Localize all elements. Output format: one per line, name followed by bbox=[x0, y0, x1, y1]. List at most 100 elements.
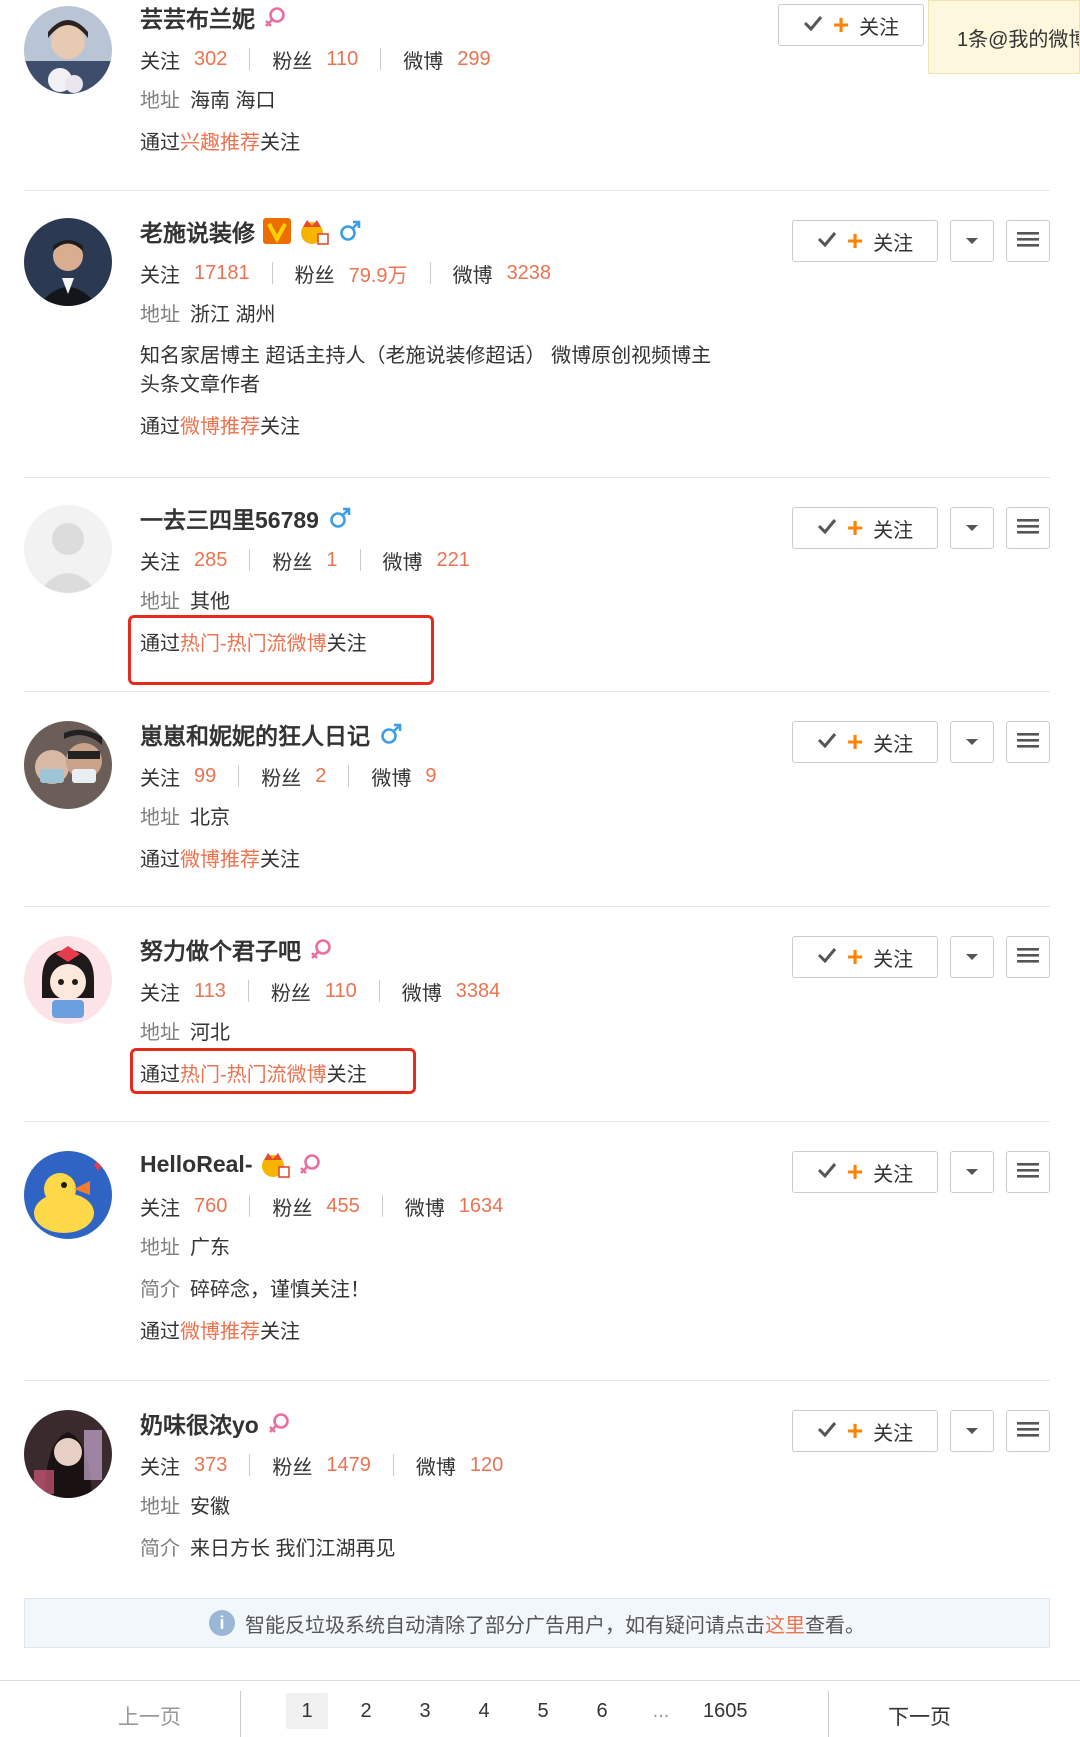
dropdown-button[interactable] bbox=[950, 936, 994, 978]
fans-count[interactable]: 110 bbox=[326, 48, 358, 71]
source-link[interactable]: 微博推荐 bbox=[180, 849, 260, 871]
dropdown-button[interactable] bbox=[950, 220, 994, 262]
fans-label: 粉丝 bbox=[270, 982, 311, 1005]
via-suffix: 关注 bbox=[260, 416, 300, 438]
page-3[interactable]: 3 bbox=[404, 1693, 446, 1729]
avatar[interactable] bbox=[24, 936, 112, 1024]
address-label: 地址 bbox=[140, 90, 180, 112]
source-row: 通过微博推荐关注 bbox=[140, 845, 790, 875]
follow-count[interactable]: 285 bbox=[194, 549, 227, 572]
user-info: 老施说装修 关注 17181 粉丝 79.9万 微博 3238 地址 浙江 湖州 知名家… bbox=[140, 214, 790, 442]
menu-button[interactable] bbox=[1006, 1151, 1050, 1193]
fans-count[interactable]: 110 bbox=[325, 980, 357, 1003]
following-button[interactable]: + 关注 bbox=[792, 1151, 938, 1193]
check-icon bbox=[817, 946, 837, 969]
user-info: HelloReal- 关注 760 粉丝 455 微博 1634 地址 广东 简介 碎碎念… bbox=[140, 1147, 790, 1347]
weibo-label: 微博 bbox=[371, 767, 412, 790]
weibo-count[interactable]: 3238 bbox=[507, 262, 552, 285]
follow-count[interactable]: 113 bbox=[194, 980, 226, 1003]
page-6[interactable]: 6 bbox=[581, 1693, 623, 1729]
following-button[interactable]: + 关注 bbox=[792, 1410, 938, 1452]
menu-button[interactable] bbox=[1006, 220, 1050, 262]
vip-crown-icon[interactable] bbox=[299, 217, 329, 245]
prev-page-button[interactable]: 上一页 bbox=[118, 1701, 181, 1731]
menu-button[interactable] bbox=[1006, 1410, 1050, 1452]
address-value: 河北 bbox=[190, 1022, 230, 1044]
follow-count[interactable]: 302 bbox=[194, 48, 227, 71]
following-button[interactable]: + 关注 bbox=[792, 507, 938, 549]
page-numbers: 1 2 3 4 5 6 ... 1605 bbox=[286, 1693, 765, 1729]
menu-button[interactable] bbox=[1006, 936, 1050, 978]
user-description: 知名家居博主 超话主持人（老施说装修超话） 微博原创视频博主 头条文章作者 bbox=[140, 342, 780, 400]
user-name[interactable]: 崽崽和妮妮的狂人日记 bbox=[140, 717, 370, 751]
fans-count[interactable]: 1 bbox=[326, 549, 337, 572]
dropdown-button[interactable] bbox=[950, 1151, 994, 1193]
weibo-count[interactable]: 221 bbox=[437, 549, 470, 572]
notice-link[interactable]: 这里 bbox=[765, 1609, 805, 1638]
fans-count[interactable]: 455 bbox=[326, 1195, 359, 1218]
notice-text: 智能反垃圾系统自动清除了部分广告用户，如有疑问请点击 bbox=[245, 1614, 765, 1637]
page-2[interactable]: 2 bbox=[345, 1693, 387, 1729]
user-name[interactable]: 努力做个君子吧 bbox=[140, 932, 301, 966]
follow-count[interactable]: 760 bbox=[194, 1195, 227, 1218]
source-row: 通过兴趣推荐关注 bbox=[140, 128, 790, 158]
weibo-count[interactable]: 1634 bbox=[459, 1195, 504, 1218]
fans-count[interactable]: 79.9万 bbox=[349, 259, 408, 288]
avatar[interactable] bbox=[24, 721, 112, 809]
user-name[interactable]: 老施说装修 bbox=[140, 214, 255, 248]
weibo-count[interactable]: 9 bbox=[425, 765, 436, 788]
weibo-count[interactable]: 120 bbox=[470, 1454, 503, 1477]
user-item: 老施说装修 关注 17181 粉丝 79.9万 微博 3238 地址 浙江 湖州 知名家… bbox=[24, 190, 1050, 478]
dropdown-button[interactable] bbox=[950, 507, 994, 549]
via-prefix: 通过 bbox=[140, 132, 180, 154]
page-last[interactable]: 1605 bbox=[703, 1693, 748, 1729]
page-4[interactable]: 4 bbox=[463, 1693, 505, 1729]
user-name[interactable]: 芸芸布兰妮 bbox=[140, 0, 255, 34]
caret-down-icon bbox=[965, 519, 979, 537]
weibo-count[interactable]: 299 bbox=[457, 48, 490, 71]
mention-tooltip-text[interactable]: 1条@我的微博 bbox=[957, 29, 1079, 51]
verified-v-icon[interactable] bbox=[263, 218, 291, 244]
address-label: 地址 bbox=[140, 807, 180, 829]
following-button[interactable]: + 关注 bbox=[792, 936, 938, 978]
dropdown-button[interactable] bbox=[950, 1410, 994, 1452]
avatar[interactable] bbox=[24, 1151, 112, 1239]
mention-tooltip[interactable]: 1条@我的微博 bbox=[928, 0, 1080, 74]
dropdown-button[interactable] bbox=[950, 721, 994, 763]
via-suffix: 关注 bbox=[260, 1321, 300, 1343]
next-page-button[interactable]: 下一页 bbox=[888, 1701, 951, 1731]
page-5[interactable]: 5 bbox=[522, 1693, 564, 1729]
fans-count[interactable]: 2 bbox=[315, 765, 326, 788]
page-1[interactable]: 1 bbox=[286, 1693, 328, 1729]
source-link[interactable]: 微博推荐 bbox=[180, 416, 260, 438]
user-stats: 关注 113 粉丝 110 微博 3384 bbox=[140, 976, 790, 1006]
follow-count[interactable]: 17181 bbox=[194, 262, 250, 285]
address-row: 地址 河北 bbox=[140, 1018, 790, 1048]
user-info: 崽崽和妮妮的狂人日记 关注 99 粉丝 2 微博 9 地址 北京 通过微博推荐关注 bbox=[140, 717, 790, 875]
check-icon bbox=[803, 14, 823, 37]
menu-button[interactable] bbox=[1006, 721, 1050, 763]
fans-count[interactable]: 1479 bbox=[326, 1454, 371, 1477]
plus-icon: + bbox=[846, 941, 864, 972]
avatar[interactable] bbox=[24, 1410, 112, 1498]
source-link[interactable]: 微博推荐 bbox=[180, 1321, 260, 1343]
vip-crown-icon[interactable] bbox=[260, 1150, 291, 1178]
avatar[interactable] bbox=[24, 218, 112, 306]
following-button[interactable]: + 关注 bbox=[792, 721, 938, 763]
following-button[interactable]: + 关注 bbox=[792, 220, 938, 262]
avatar[interactable] bbox=[24, 505, 112, 593]
avatar[interactable] bbox=[24, 6, 112, 94]
highlight-box bbox=[130, 1048, 416, 1094]
user-name[interactable]: 奶味很浓yo bbox=[140, 1406, 259, 1440]
menu-button[interactable] bbox=[1006, 507, 1050, 549]
user-name[interactable]: HelloReal- bbox=[140, 1151, 252, 1178]
following-button[interactable]: + 关注 bbox=[778, 4, 924, 46]
follow-count[interactable]: 373 bbox=[194, 1454, 227, 1477]
check-icon bbox=[817, 1420, 837, 1443]
user-name[interactable]: 一去三四里56789 bbox=[140, 501, 319, 535]
weibo-count[interactable]: 3384 bbox=[456, 980, 501, 1003]
follow-count[interactable]: 99 bbox=[194, 765, 216, 788]
source-link[interactable]: 兴趣推荐 bbox=[180, 132, 260, 154]
male-icon bbox=[327, 505, 353, 531]
address-label: 地址 bbox=[140, 1237, 180, 1259]
